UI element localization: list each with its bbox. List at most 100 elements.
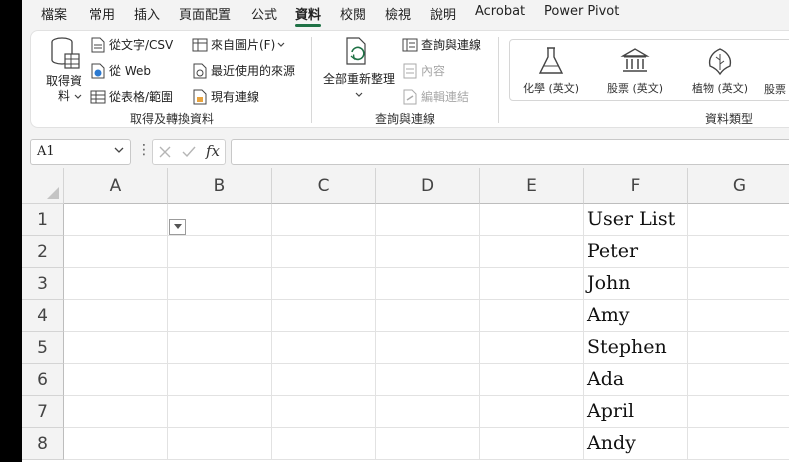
cell-f6[interactable]: Ada <box>584 364 688 396</box>
cell-c5[interactable] <box>272 332 376 364</box>
cell-e8[interactable] <box>480 428 584 460</box>
cell-e3[interactable] <box>480 268 584 300</box>
cell-e7[interactable] <box>480 396 584 428</box>
cell-d5[interactable] <box>376 332 480 364</box>
cell-f8[interactable]: Andy <box>584 428 688 460</box>
row-header-2[interactable]: 2 <box>22 236 64 268</box>
cell-f1[interactable]: User List <box>584 204 688 236</box>
cell-e2[interactable] <box>480 236 584 268</box>
from-picture-button[interactable]: 來自圖片(F) <box>192 36 285 53</box>
cell-c2[interactable] <box>272 236 376 268</box>
cell-g3[interactable] <box>688 268 789 300</box>
refresh-all-button[interactable]: 全部重新整理 <box>319 36 399 102</box>
tab-file[interactable]: 檔案 <box>41 4 67 23</box>
existing-connections-button[interactable]: 現有連線 <box>192 88 259 105</box>
tab-formulas[interactable]: 公式 <box>251 4 277 23</box>
cell-e1[interactable] <box>480 204 584 236</box>
cell-g1[interactable] <box>688 204 789 236</box>
cell-c7[interactable] <box>272 396 376 428</box>
column-header-e[interactable]: E <box>480 168 584 204</box>
cell-g5[interactable] <box>688 332 789 364</box>
cell-c4[interactable] <box>272 300 376 332</box>
cell-a5[interactable] <box>64 332 168 364</box>
cell-g2[interactable] <box>688 236 789 268</box>
cell-a3[interactable] <box>64 268 168 300</box>
cell-c8[interactable] <box>272 428 376 460</box>
tab-power-pivot[interactable]: Power Pivot <box>544 4 619 19</box>
from-text-csv-button[interactable]: 從文字/CSV <box>90 36 173 53</box>
tab-acrobat[interactable]: Acrobat <box>475 4 525 19</box>
cell-b2[interactable] <box>168 236 272 268</box>
cell-b4[interactable] <box>168 300 272 332</box>
cancel-icon[interactable] <box>158 145 172 159</box>
row-header-4[interactable]: 4 <box>22 300 64 332</box>
cell-e4[interactable] <box>480 300 584 332</box>
tab-view[interactable]: 檢視 <box>385 4 411 23</box>
chemistry-data-type[interactable]: 化學 (英文) <box>516 46 586 96</box>
cell-d2[interactable] <box>376 236 480 268</box>
column-header-d[interactable]: D <box>376 168 480 204</box>
name-box[interactable]: A1 <box>30 139 131 165</box>
cell-a6[interactable] <box>64 364 168 396</box>
cell-b3[interactable] <box>168 268 272 300</box>
row-header-6[interactable]: 6 <box>22 364 64 396</box>
tab-help[interactable]: 說明 <box>430 4 456 23</box>
cell-e5[interactable] <box>480 332 584 364</box>
cell-g4[interactable] <box>688 300 789 332</box>
cell-d4[interactable] <box>376 300 480 332</box>
column-header-b[interactable]: B <box>168 168 272 204</box>
cell-d8[interactable] <box>376 428 480 460</box>
cell-c3[interactable] <box>272 268 376 300</box>
cell-g7[interactable] <box>688 396 789 428</box>
filter-dropdown-button[interactable] <box>169 219 186 235</box>
properties-button[interactable]: 內容 <box>402 62 445 79</box>
cell-f5[interactable]: Stephen <box>584 332 688 364</box>
cell-f7[interactable]: April <box>584 396 688 428</box>
tab-data[interactable]: 資料 <box>295 4 322 27</box>
cell-d7[interactable] <box>376 396 480 428</box>
insert-function-button[interactable]: fx <box>206 142 220 160</box>
tab-page-layout[interactable]: 頁面配置 <box>179 4 231 23</box>
column-header-c[interactable]: C <box>272 168 376 204</box>
select-all-corner[interactable] <box>22 168 64 204</box>
row-header-1[interactable]: 1 <box>22 204 64 236</box>
cell-f4[interactable]: Amy <box>584 300 688 332</box>
cell-d6[interactable] <box>376 364 480 396</box>
from-web-button[interactable]: 從 Web <box>90 62 151 79</box>
row-header-5[interactable]: 5 <box>22 332 64 364</box>
cell-a7[interactable] <box>64 396 168 428</box>
queries-connections-button[interactable]: 查詢與連線 <box>402 36 481 53</box>
cell-a4[interactable] <box>64 300 168 332</box>
cell-c1[interactable] <box>272 204 376 236</box>
check-icon[interactable] <box>181 145 197 159</box>
stocks-partial-data-type[interactable]: 股票 <box>764 81 789 97</box>
row-header-7[interactable]: 7 <box>22 396 64 428</box>
row-header-3[interactable]: 3 <box>22 268 64 300</box>
cell-a1[interactable] <box>64 204 168 236</box>
cell-d1[interactable] <box>376 204 480 236</box>
cell-f2[interactable]: Peter <box>584 236 688 268</box>
cell-g6[interactable] <box>688 364 789 396</box>
cell-b8[interactable] <box>168 428 272 460</box>
edit-links-button[interactable]: 編輯連結 <box>402 88 469 105</box>
get-data-button[interactable]: 取得資料 <box>41 36 87 103</box>
cell-b7[interactable] <box>168 396 272 428</box>
cell-d3[interactable] <box>376 268 480 300</box>
cell-f3[interactable]: John <box>584 268 688 300</box>
cell-a2[interactable] <box>64 236 168 268</box>
column-header-f[interactable]: F <box>584 168 688 204</box>
cell-a8[interactable] <box>64 428 168 460</box>
cell-b6[interactable] <box>168 364 272 396</box>
cell-g8[interactable] <box>688 428 789 460</box>
formula-bar-grip[interactable]: ⋮ <box>137 142 151 158</box>
cell-e6[interactable] <box>480 364 584 396</box>
column-header-g[interactable]: G <box>688 168 789 204</box>
stocks-data-type[interactable]: 股票 (英文) <box>600 46 670 96</box>
plants-data-type[interactable]: 植物 (英文) <box>685 46 755 96</box>
tab-insert[interactable]: 插入 <box>134 4 160 23</box>
tab-home[interactable]: 常用 <box>89 4 115 23</box>
row-header-8[interactable]: 8 <box>22 428 64 460</box>
cell-c6[interactable] <box>272 364 376 396</box>
formula-input[interactable] <box>231 139 789 165</box>
recent-sources-button[interactable]: 最近使用的來源 <box>192 62 295 79</box>
